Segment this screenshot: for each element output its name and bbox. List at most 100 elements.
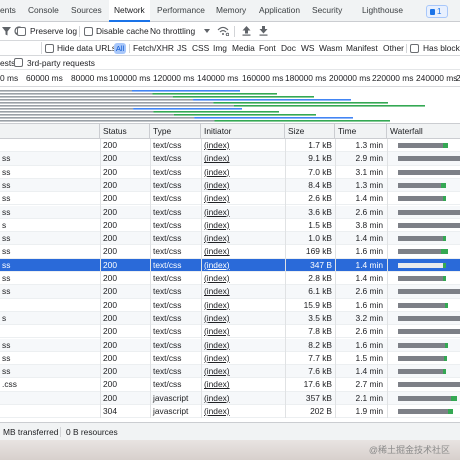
column-time[interactable]: Time — [335, 124, 387, 139]
hide-data-urls-checkbox[interactable] — [45, 44, 54, 53]
table-row[interactable]: ss 200 text/css (index) 169 kB 1.6 min — [0, 245, 460, 259]
cell-initiator[interactable]: (index) — [201, 312, 283, 325]
filter-manifest[interactable]: Manifest — [346, 41, 378, 56]
funnel-icon[interactable] — [2, 27, 11, 36]
ruler-tick: 2 — [456, 73, 460, 83]
wifi-settings-icon[interactable] — [217, 26, 229, 36]
column-status[interactable]: Status — [100, 124, 150, 139]
table-row[interactable]: 200 javascript (index) 357 kB 2.1 min — [0, 391, 460, 405]
column-size[interactable]: Size — [285, 124, 335, 139]
table-row[interactable]: 200 text/css (index) 7.8 kB 2.6 min — [0, 325, 460, 339]
ruler-tick: 200000 ms — [329, 73, 371, 83]
table-row[interactable]: ss 200 text/css (index) 7.6 kB 1.4 min — [0, 365, 460, 379]
timeline-overview[interactable] — [0, 87, 460, 124]
table-row[interactable]: ss 200 text/css (index) 8.2 kB 1.6 min — [0, 338, 460, 352]
cell-initiator[interactable]: (index) — [201, 219, 283, 232]
cell-initiator[interactable]: (index) — [201, 206, 283, 219]
cell-initiator[interactable]: (index) — [201, 139, 283, 152]
cell-initiator[interactable]: (index) — [201, 245, 283, 258]
table-row[interactable]: ss 200 text/css (index) 7.0 kB 3.1 min — [0, 166, 460, 179]
timeline-ruler[interactable]: 0 ms 60000 ms 80000 ms 100000 ms 120000 … — [0, 70, 460, 87]
table-row[interactable]: 304 javascript (index) 202 B 1.9 min — [0, 405, 460, 419]
cell-initiator[interactable]: (index) — [201, 166, 283, 179]
third-party-checkbox[interactable] — [14, 58, 23, 67]
cell-initiator[interactable]: (index) — [201, 325, 283, 338]
throttling-select[interactable]: No throttling — [150, 22, 195, 41]
cell-initiator[interactable]: (index) — [201, 272, 283, 285]
table-row[interactable]: ss 200 text/css (index) 3.6 kB 2.6 min — [0, 205, 460, 219]
tab-memory[interactable]: Memory — [216, 0, 246, 21]
waterfall-waiting-bar — [398, 236, 443, 242]
column-name[interactable] — [0, 124, 100, 139]
waterfall-download-bar — [441, 249, 448, 255]
table-row-selected[interactable]: ss 200 text/css (index) 347 B 1.4 min — [0, 258, 460, 272]
table-row[interactable]: ss 200 text/css (index) 8.4 kB 1.3 min — [0, 178, 460, 193]
filter-media[interactable]: Media — [232, 41, 255, 56]
tab-sources[interactable]: Sources — [71, 0, 102, 21]
chevron-down-icon[interactable] — [204, 29, 210, 33]
cell-initiator[interactable]: (index) — [201, 192, 283, 205]
tab-console[interactable]: Console — [28, 0, 59, 21]
filter-css[interactable]: CSS — [192, 41, 209, 56]
filter-ws[interactable]: WS — [301, 41, 315, 56]
table-row[interactable]: ss 200 text/css (index) 6.1 kB 2.6 min — [0, 285, 460, 299]
table-row[interactable]: ss 200 text/css (index) 1.0 kB 1.4 min — [0, 232, 460, 246]
table-row[interactable]: s 200 text/css (index) 1.5 kB 3.8 min — [0, 219, 460, 233]
filter-input[interactable] — [0, 42, 42, 54]
table-row[interactable]: .css 200 text/css (index) 17.6 kB 2.7 min — [0, 378, 460, 392]
upload-icon[interactable] — [242, 26, 251, 36]
filter-wasm[interactable]: Wasm — [319, 41, 342, 56]
table-row[interactable]: 200 text/css (index) 15.9 kB 1.6 min — [0, 299, 460, 312]
disable-cache-checkbox[interactable] — [84, 27, 93, 36]
filter-font[interactable]: Font — [259, 41, 276, 56]
cell-initiator[interactable]: (index) — [201, 232, 283, 245]
cell-initiator[interactable]: (index) — [201, 405, 283, 418]
waterfall-waiting-bar — [398, 329, 460, 335]
filter-all[interactable]: All — [114, 43, 126, 54]
table-row[interactable]: ss 200 text/css (index) 9.1 kB 2.9 min — [0, 152, 460, 166]
cell-time: 1.6 min — [355, 246, 383, 257]
filter-img[interactable]: Img — [213, 41, 227, 56]
cell-initiator[interactable]: (index) — [201, 365, 283, 378]
cell-initiator[interactable]: (index) — [201, 152, 283, 165]
tab-security[interactable]: Security — [312, 0, 342, 21]
column-initiator[interactable]: Initiator — [201, 124, 285, 139]
preserve-log-checkbox[interactable] — [17, 27, 26, 36]
filter-other[interactable]: Other — [383, 41, 404, 56]
table-row[interactable]: ss 200 text/css (index) 7.7 kB 1.5 min — [0, 352, 460, 366]
tab-performance[interactable]: Performance — [157, 0, 205, 21]
cell-initiator[interactable]: (index) — [201, 339, 283, 352]
cell-time: 2.6 min — [355, 326, 383, 337]
tab-network[interactable]: Network — [109, 0, 150, 22]
tab-elements[interactable]: ents — [0, 0, 16, 21]
cell-initiator[interactable]: (index) — [201, 179, 283, 192]
cell-type: text/css — [153, 273, 182, 283]
waterfall-waiting-bar — [398, 222, 460, 228]
has-blocked-cookies-checkbox[interactable] — [410, 44, 419, 53]
table-row[interactable]: ss 200 text/css (index) 2.8 kB 1.4 min — [0, 272, 460, 286]
cell-name: ss — [2, 193, 11, 204]
tab-lighthouse[interactable]: Lighthouse — [362, 0, 403, 21]
cell-initiator[interactable]: (index) — [201, 299, 283, 312]
issues-badge[interactable]: 1 — [426, 5, 448, 18]
cell-status: 200 — [103, 179, 117, 190]
table-row[interactable]: s 200 text/css (index) 3.5 kB 3.2 min — [0, 311, 460, 326]
overview-bar — [152, 93, 277, 95]
cell-initiator[interactable]: (index) — [201, 259, 283, 272]
tab-application[interactable]: Application — [259, 0, 300, 21]
filter-fetch-xhr[interactable]: Fetch/XHR — [133, 41, 174, 56]
column-type[interactable]: Type — [150, 124, 201, 139]
cell-initiator[interactable]: (index) — [201, 378, 283, 391]
table-row[interactable]: ss 200 text/css (index) 2.6 kB 1.4 min — [0, 192, 460, 206]
waterfall-download-bar — [441, 182, 446, 188]
filter-js[interactable]: JS — [177, 41, 187, 56]
cell-initiator[interactable]: (index) — [201, 285, 283, 298]
overview-graph — [0, 90, 425, 122]
column-waterfall[interactable]: Waterfall — [387, 124, 460, 139]
filter-doc[interactable]: Doc — [281, 41, 296, 56]
cell-initiator[interactable]: (index) — [201, 352, 283, 365]
download-icon[interactable] — [259, 26, 268, 36]
cell-status: 200 — [103, 352, 117, 363]
table-row[interactable]: 200 text/css (index) 1.7 kB 1.3 min — [0, 139, 460, 153]
cell-initiator[interactable]: (index) — [201, 392, 283, 405]
